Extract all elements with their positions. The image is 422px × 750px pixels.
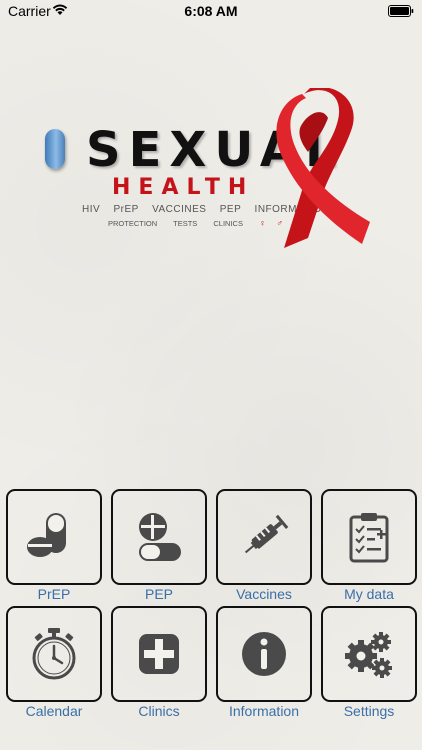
logo-subtag: PROTECTION [108,219,158,228]
settings-label[interactable]: Settings [317,703,421,719]
syringe-icon [244,514,289,554]
clipboard-icon [349,513,389,563]
logo-subtag: CLINICS [213,219,243,228]
logo-subtag: TESTS [173,219,198,228]
calendar-label[interactable]: Calendar [2,703,106,719]
stopwatch-icon [32,628,76,680]
pep-label[interactable]: PEP [107,586,211,602]
vaccines-label[interactable]: Vaccines [212,586,316,602]
clinics-label[interactable]: Clinics [107,703,211,719]
prep-button[interactable] [6,489,102,585]
gears-icon [345,632,392,678]
my-data-label[interactable]: My data [317,586,421,602]
pep-button[interactable] [111,489,207,585]
red-ribbon-icon [276,88,370,248]
settings-button[interactable] [321,606,417,702]
medical-cross-icon [139,634,179,674]
calendar-button[interactable] [6,606,102,702]
logo-tag: HIV [82,204,101,215]
pills-icon [27,513,66,557]
logo-tag: PrEP [113,204,139,215]
clinics-button[interactable] [111,606,207,702]
info-icon [242,632,286,676]
vaccines-button[interactable] [216,489,312,585]
pill-logo-icon [45,129,65,169]
information-label[interactable]: Information [212,703,316,719]
pill-capsule-icon [139,513,181,561]
information-button[interactable] [216,606,312,702]
prep-label[interactable]: PrEP [2,586,106,602]
logo-tag: PEP [219,204,242,215]
my-data-button[interactable] [321,489,417,585]
app-logo: SEXUAL HEALTH HIV PrEP VACCINES PEP INFO… [0,0,422,260]
logo-subtitle: HEALTH [112,175,255,200]
logo-tag: VACCINES [152,204,207,215]
